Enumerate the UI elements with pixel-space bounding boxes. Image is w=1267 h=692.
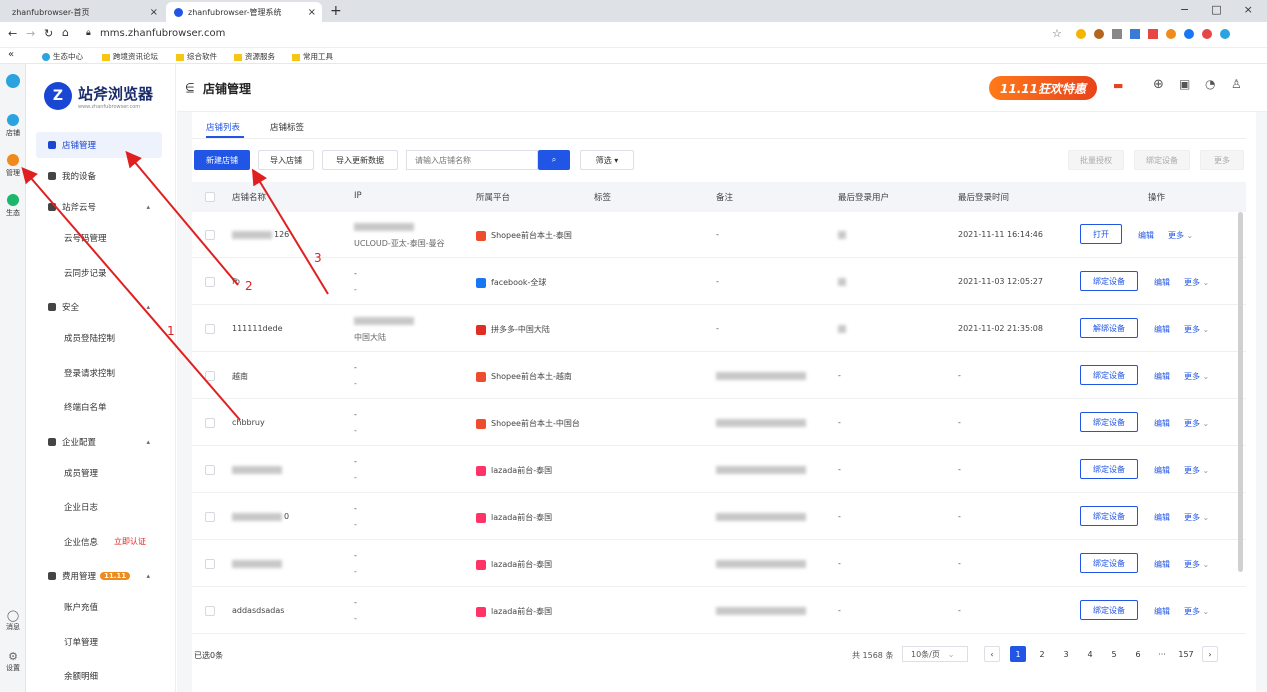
annotation-arrows (21, 150, 329, 421)
arrow-1 (21, 166, 241, 421)
arrow-2 (125, 150, 239, 286)
annotation-label-1: 1 (167, 324, 175, 338)
annotation-label-2: 2 (245, 279, 253, 293)
arrow-3 (251, 168, 329, 295)
annotation-label-3: 3 (314, 251, 322, 265)
